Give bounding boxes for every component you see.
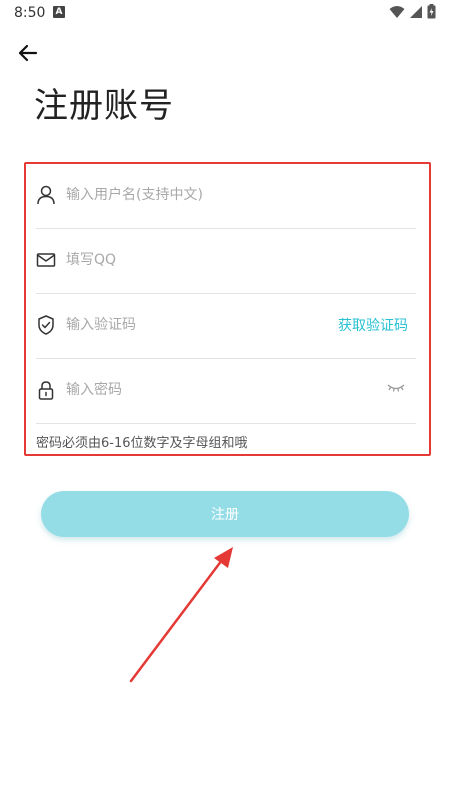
user-icon [37, 185, 55, 205]
shield-check-icon [38, 315, 54, 335]
qq-row [36, 229, 416, 294]
mail-icon [36, 253, 56, 267]
signal-icon [410, 5, 422, 18]
qq-input[interactable] [66, 249, 326, 271]
status-bar: 8:50 A [0, 0, 450, 26]
verification-code-input[interactable] [66, 314, 286, 336]
wifi-icon [389, 5, 405, 18]
lock-icon [38, 381, 54, 400]
code-row: 获取验证码 [36, 294, 416, 359]
page-title: 注册账号 [34, 86, 174, 126]
password-hint: 密码必须由6-16位数字及字母组和哦 [36, 436, 248, 451]
password-row [36, 359, 416, 424]
status-time: 8:50 [14, 5, 46, 21]
battery-icon [427, 4, 436, 19]
password-input[interactable] [66, 379, 326, 401]
back-button[interactable] [16, 41, 40, 65]
status-icons [389, 4, 436, 19]
arrow-left-icon [18, 44, 38, 62]
notification-icon: A [53, 6, 65, 18]
eye-closed-icon[interactable] [386, 381, 406, 395]
registration-form: 获取验证码 密码必须由6-16位数字及字母组和哦 [24, 162, 431, 456]
username-row [36, 164, 416, 229]
get-code-button[interactable]: 获取验证码 [338, 315, 408, 335]
register-button[interactable]: 注册 [41, 491, 409, 537]
username-input[interactable] [66, 184, 326, 206]
